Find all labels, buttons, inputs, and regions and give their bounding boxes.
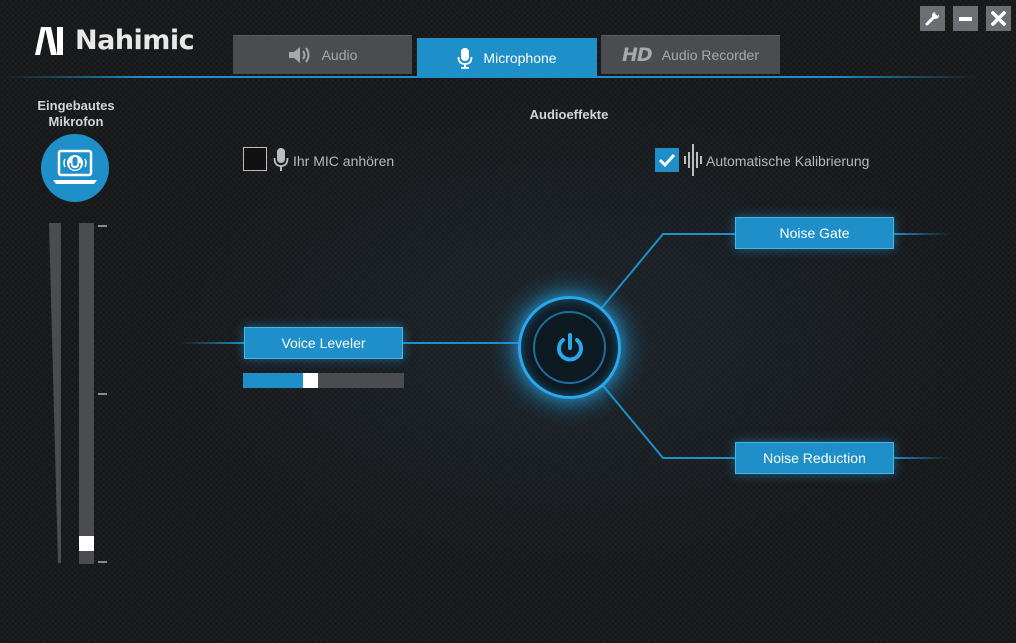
voice-leveler-slider[interactable]: [243, 373, 404, 388]
voice-leveler-slider-fill: [243, 373, 303, 388]
power-button-inner: [533, 311, 606, 384]
voice-leveler-button[interactable]: Voice Leveler: [244, 327, 403, 359]
noise-gate-button[interactable]: Noise Gate: [735, 217, 894, 249]
power-icon: [556, 332, 583, 361]
noise-reduction-button[interactable]: Noise Reduction: [735, 442, 894, 474]
voice-leveler-slider-knob[interactable]: [303, 373, 318, 388]
effects-power-button[interactable]: [518, 296, 621, 399]
